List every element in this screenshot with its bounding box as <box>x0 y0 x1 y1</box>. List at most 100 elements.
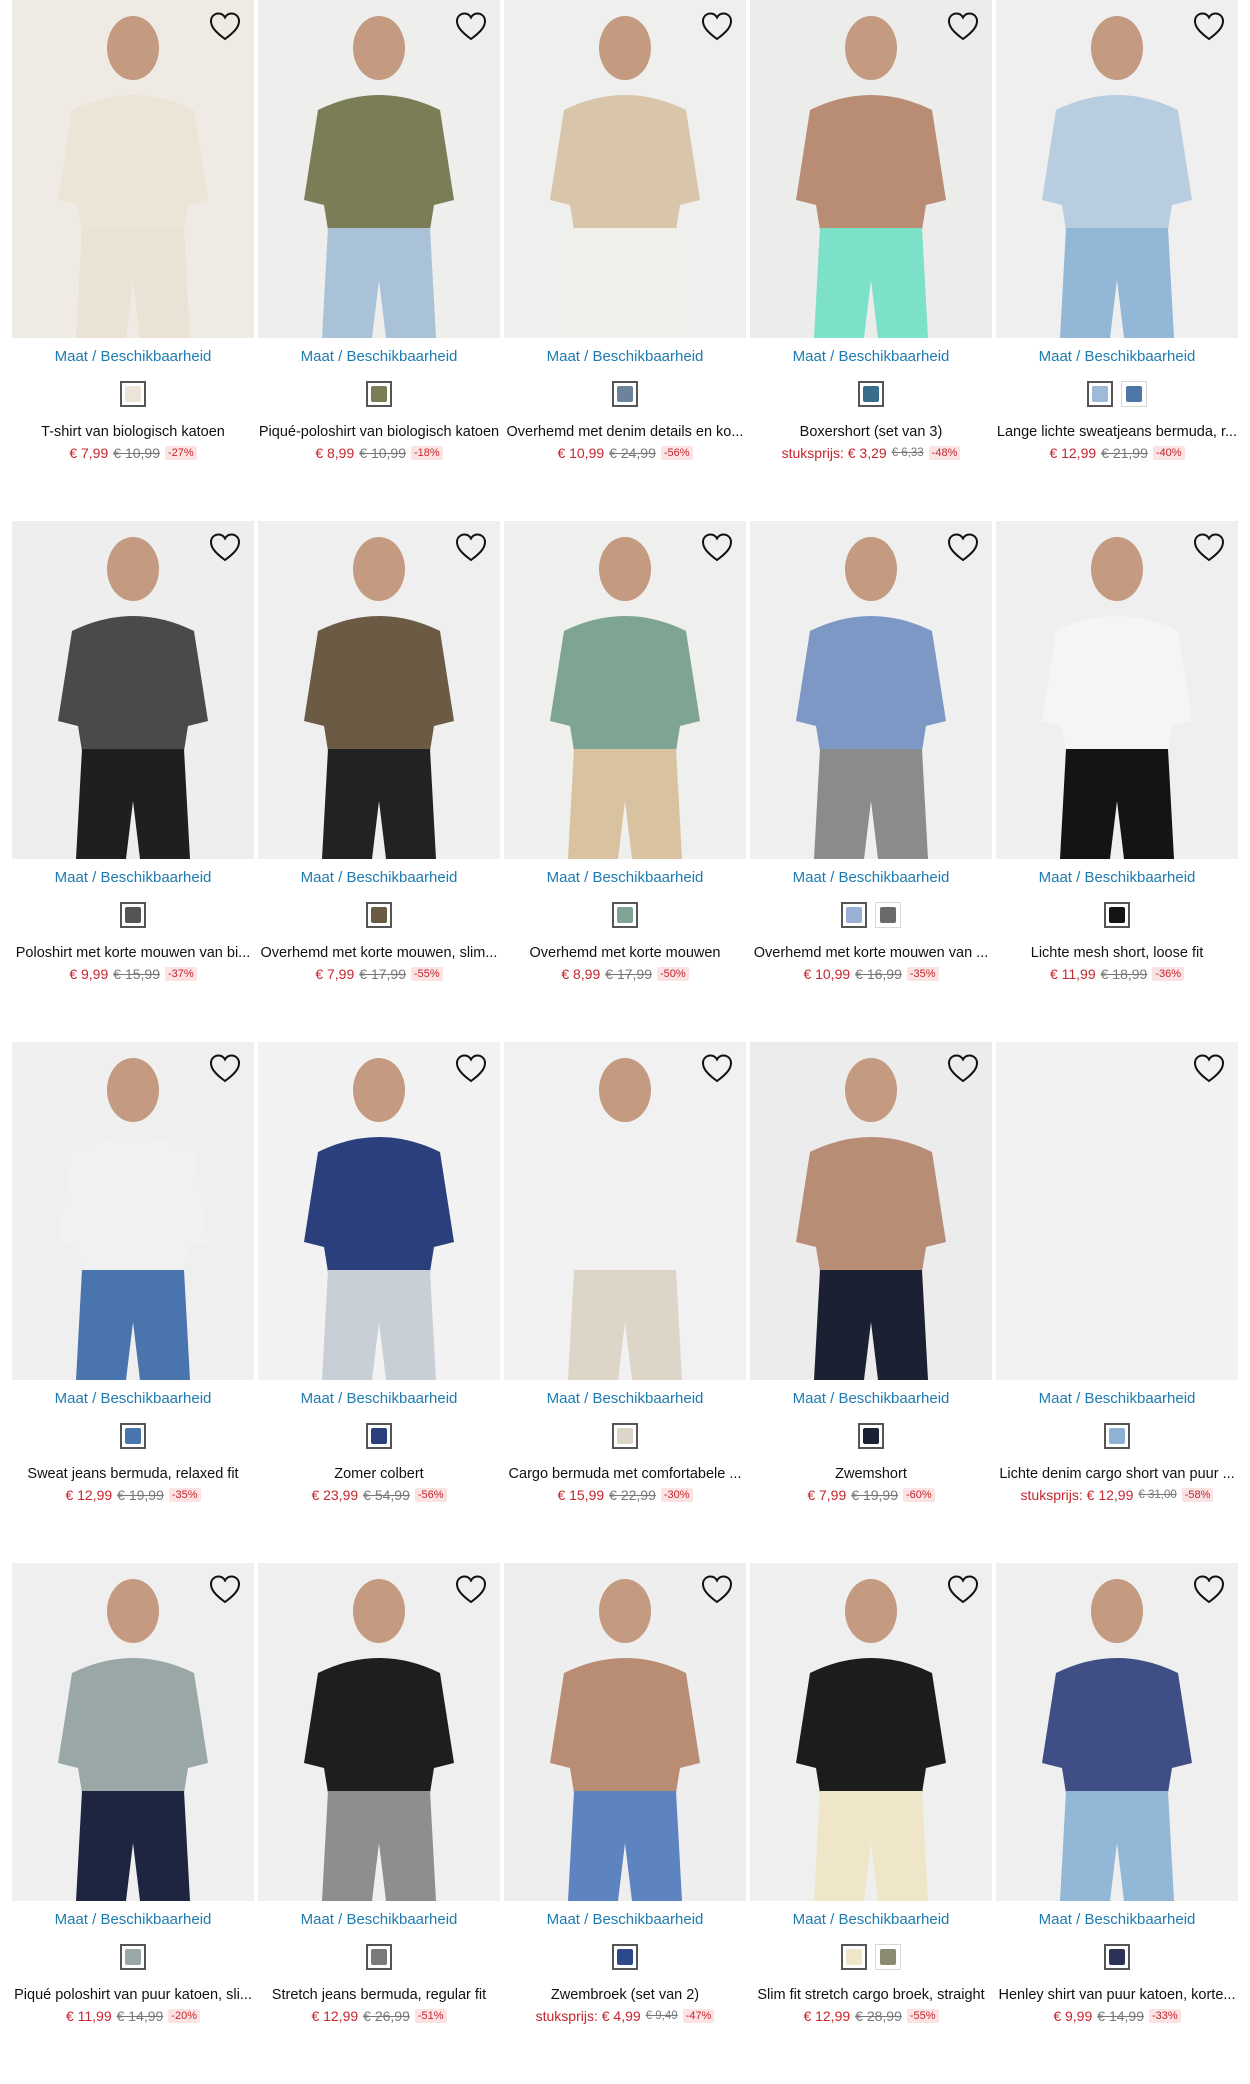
product-image[interactable] <box>504 521 746 859</box>
color-swatch[interactable] <box>120 902 146 928</box>
size-availability-link[interactable]: Maat / Beschikbaarheid <box>504 869 746 886</box>
color-swatch[interactable] <box>120 1423 146 1449</box>
wishlist-heart-icon[interactable] <box>454 1052 488 1086</box>
product-name[interactable]: Zwembroek (set van 2) <box>504 1987 746 2003</box>
wishlist-heart-icon[interactable] <box>946 531 980 565</box>
size-availability-link[interactable]: Maat / Beschikbaarheid <box>996 1390 1238 1407</box>
size-availability-link[interactable]: Maat / Beschikbaarheid <box>258 1911 500 1928</box>
color-swatch[interactable] <box>875 902 901 928</box>
product-name[interactable]: Overhemd met korte mouwen <box>504 945 746 961</box>
product-card[interactable]: Maat / Beschikbaarheid Lange lichte sweat… <box>996 0 1238 521</box>
product-card[interactable]: Maat / Beschikbaarheid Zwemshort € 7,99 € 1… <box>750 1042 992 1563</box>
color-swatch[interactable] <box>1121 381 1147 407</box>
product-card[interactable]: Maat / Beschikbaarheid T-shirt van biolog… <box>12 0 254 521</box>
product-image[interactable] <box>504 1563 746 1901</box>
product-card[interactable]: Maat / Beschikbaarheid Boxershort (set va… <box>750 0 992 521</box>
wishlist-heart-icon[interactable] <box>208 10 242 44</box>
product-card[interactable]: Maat / Beschikbaarheid Slim fit stretch c… <box>750 1563 992 2084</box>
product-name[interactable]: Piqué-poloshirt van biologisch katoen <box>258 424 500 440</box>
wishlist-heart-icon[interactable] <box>700 10 734 44</box>
wishlist-heart-icon[interactable] <box>946 10 980 44</box>
size-availability-link[interactable]: Maat / Beschikbaarheid <box>996 869 1238 886</box>
size-availability-link[interactable]: Maat / Beschikbaarheid <box>750 1911 992 1928</box>
color-swatch[interactable] <box>612 1944 638 1970</box>
product-name[interactable]: Slim fit stretch cargo broek, straight <box>750 1987 992 2003</box>
size-availability-link[interactable]: Maat / Beschikbaarheid <box>12 1911 254 1928</box>
color-swatch[interactable] <box>366 381 392 407</box>
size-availability-link[interactable]: Maat / Beschikbaarheid <box>504 1911 746 1928</box>
size-availability-link[interactable]: Maat / Beschikbaarheid <box>996 1911 1238 1928</box>
product-card[interactable]: Maat / Beschikbaarheid Stretch jeans berm… <box>258 1563 500 2084</box>
product-card[interactable]: Maat / Beschikbaarheid Sweat jeans bermud… <box>12 1042 254 1563</box>
wishlist-heart-icon[interactable] <box>946 1573 980 1607</box>
product-image[interactable] <box>996 1042 1238 1380</box>
product-image[interactable] <box>258 521 500 859</box>
product-image[interactable] <box>258 0 500 338</box>
color-swatch[interactable] <box>1104 902 1130 928</box>
product-card[interactable]: Maat / Beschikbaarheid Overhemd met korte… <box>504 521 746 1042</box>
wishlist-heart-icon[interactable] <box>700 1573 734 1607</box>
product-image[interactable] <box>258 1042 500 1380</box>
product-card[interactable]: Maat / Beschikbaarheid Zwembroek (set van… <box>504 1563 746 2084</box>
color-swatch[interactable] <box>120 381 146 407</box>
product-card[interactable]: Maat / Beschikbaarheid Overhemd met korte… <box>258 521 500 1042</box>
color-swatch[interactable] <box>612 902 638 928</box>
color-swatch[interactable] <box>1087 381 1113 407</box>
product-name[interactable]: Piqué poloshirt van puur katoen, sli... <box>12 1987 254 2003</box>
size-availability-link[interactable]: Maat / Beschikbaarheid <box>750 869 992 886</box>
product-image[interactable] <box>258 1563 500 1901</box>
product-card[interactable]: Maat / Beschikbaarheid Zomer colbert € 23,… <box>258 1042 500 1563</box>
color-swatch[interactable] <box>858 1423 884 1449</box>
product-image[interactable] <box>996 521 1238 859</box>
product-image[interactable] <box>12 1563 254 1901</box>
wishlist-heart-icon[interactable] <box>946 1052 980 1086</box>
product-name[interactable]: Stretch jeans bermuda, regular fit <box>258 1987 500 2003</box>
color-swatch[interactable] <box>120 1944 146 1970</box>
product-image[interactable] <box>750 521 992 859</box>
product-name[interactable]: Lichte denim cargo short van puur ... <box>996 1466 1238 1482</box>
product-image[interactable] <box>750 0 992 338</box>
color-swatch[interactable] <box>841 1944 867 1970</box>
wishlist-heart-icon[interactable] <box>454 531 488 565</box>
product-image[interactable] <box>504 1042 746 1380</box>
size-availability-link[interactable]: Maat / Beschikbaarheid <box>12 869 254 886</box>
wishlist-heart-icon[interactable] <box>208 1573 242 1607</box>
wishlist-heart-icon[interactable] <box>1192 1573 1226 1607</box>
product-card[interactable]: Maat / Beschikbaarheid Henley shirt van p… <box>996 1563 1238 2084</box>
size-availability-link[interactable]: Maat / Beschikbaarheid <box>750 348 992 365</box>
color-swatch[interactable] <box>875 1944 901 1970</box>
wishlist-heart-icon[interactable] <box>208 1052 242 1086</box>
color-swatch[interactable] <box>858 381 884 407</box>
size-availability-link[interactable]: Maat / Beschikbaarheid <box>996 348 1238 365</box>
size-availability-link[interactable]: Maat / Beschikbaarheid <box>750 1390 992 1407</box>
color-swatch[interactable] <box>612 381 638 407</box>
product-name[interactable]: Zwemshort <box>750 1466 992 1482</box>
product-name[interactable]: T-shirt van biologisch katoen <box>12 424 254 440</box>
color-swatch[interactable] <box>366 1944 392 1970</box>
product-image[interactable] <box>750 1042 992 1380</box>
product-name[interactable]: Zomer colbert <box>258 1466 500 1482</box>
wishlist-heart-icon[interactable] <box>454 1573 488 1607</box>
product-image[interactable] <box>12 521 254 859</box>
product-image[interactable] <box>504 0 746 338</box>
product-name[interactable]: Overhemd met korte mouwen van ... <box>750 945 992 961</box>
size-availability-link[interactable]: Maat / Beschikbaarheid <box>258 348 500 365</box>
color-swatch[interactable] <box>366 1423 392 1449</box>
product-image[interactable] <box>996 1563 1238 1901</box>
product-name[interactable]: Overhemd met korte mouwen, slim... <box>258 945 500 961</box>
product-image[interactable] <box>996 0 1238 338</box>
product-card[interactable]: Maat / Beschikbaarheid Piqué-poloshirt va… <box>258 0 500 521</box>
product-card[interactable]: Maat / Beschikbaarheid Cargo bermuda met … <box>504 1042 746 1563</box>
product-card[interactable]: Maat / Beschikbaarheid Piqué poloshirt va… <box>12 1563 254 2084</box>
product-name[interactable]: Poloshirt met korte mouwen van bi... <box>12 945 254 961</box>
wishlist-heart-icon[interactable] <box>700 531 734 565</box>
size-availability-link[interactable]: Maat / Beschikbaarheid <box>504 1390 746 1407</box>
product-name[interactable]: Lange lichte sweatjeans bermuda, r... <box>996 424 1238 440</box>
wishlist-heart-icon[interactable] <box>700 1052 734 1086</box>
product-image[interactable] <box>12 1042 254 1380</box>
product-name[interactable]: Sweat jeans bermuda, relaxed fit <box>12 1466 254 1482</box>
product-card[interactable]: Maat / Beschikbaarheid Lichte mesh short,… <box>996 521 1238 1042</box>
product-name[interactable]: Overhemd met denim details en ko... <box>504 424 746 440</box>
color-swatch[interactable] <box>841 902 867 928</box>
size-availability-link[interactable]: Maat / Beschikbaarheid <box>12 348 254 365</box>
